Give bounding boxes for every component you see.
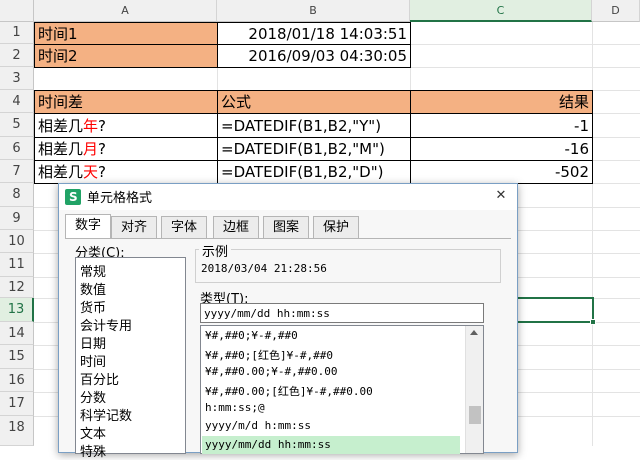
list-item[interactable]: 百分比 — [80, 369, 119, 388]
row-header[interactable]: 12 — [0, 277, 34, 298]
cell-a7-highlight: 天 — [83, 163, 99, 181]
format-item[interactable]: ¥#,##0;[红色]¥-#,##0 — [205, 347, 333, 363]
format-item[interactable]: ¥#,##0;¥-#,##0 — [205, 329, 298, 342]
type-input[interactable]: yyyy/mm/dd hh:mm:ss — [200, 303, 484, 323]
cell-b6[interactable]: =DATEDIF(B1,B2,"M") — [217, 137, 411, 161]
cell-a7[interactable]: 相差几天? — [34, 160, 218, 184]
dialog-titlebar[interactable]: 单元格格式 ✕ — [59, 184, 517, 210]
cell-a6[interactable]: 相差几月? — [34, 137, 218, 161]
cell-b4[interactable]: 公式 — [217, 90, 411, 114]
tab-protection[interactable]: 保护 — [313, 216, 359, 238]
format-list-scrollbar[interactable] — [465, 326, 483, 453]
cell-c4[interactable]: 结果 — [410, 90, 593, 114]
row-header[interactable]: 14 — [0, 322, 34, 345]
cell-a6-text: 相差几 — [38, 140, 84, 158]
row-header-selected[interactable]: 13 — [0, 298, 34, 322]
cell-a6-suffix: ? — [98, 140, 106, 158]
list-item[interactable]: 特殊 — [80, 441, 106, 460]
close-button[interactable]: ✕ — [493, 188, 509, 204]
cell-a2[interactable]: 时间2 — [34, 44, 218, 68]
row-header[interactable]: 11 — [0, 253, 34, 277]
row-header[interactable]: 8 — [0, 183, 34, 207]
cell-b7[interactable]: =DATEDIF(B1,B2,"D") — [217, 160, 411, 184]
format-cells-dialog: 单元格格式 ✕ 数字 对齐 字体 边框 图案 保护 分类(C): 常规 数值 货… — [58, 183, 518, 460]
list-item[interactable]: 文本 — [80, 423, 106, 442]
tab-divider — [65, 238, 511, 239]
row-header[interactable]: 1 — [0, 22, 34, 44]
dialog-title: 单元格格式 — [87, 191, 153, 206]
list-item[interactable]: 货币 — [80, 297, 106, 316]
cell-a7-text: 相差几 — [38, 163, 84, 181]
format-list[interactable]: ¥#,##0;¥-#,##0 ¥#,##0;[红色]¥-#,##0 ¥#,##0… — [200, 325, 484, 454]
cell-a1[interactable]: 时间1 — [34, 22, 218, 45]
row-header[interactable]: 16 — [0, 369, 34, 392]
category-list[interactable]: 常规 数值 货币 会计专用 日期 时间 百分比 分数 科学记数 文本 特殊 — [75, 257, 186, 460]
row-header[interactable]: 7 — [0, 160, 34, 183]
list-item[interactable]: 日期 — [80, 333, 106, 352]
column-header-b[interactable]: B — [217, 0, 410, 22]
cell-a5[interactable]: 相差几年? — [34, 113, 218, 138]
format-item[interactable]: ¥#,##0.00;¥-#,##0.00 — [205, 365, 337, 378]
row-header[interactable]: 17 — [0, 392, 34, 416]
sample-value: 2018/03/04 21:28:56 — [201, 262, 327, 275]
column-header-a[interactable]: A — [34, 0, 217, 22]
cell-a7-suffix: ? — [98, 163, 106, 181]
sample-label: 示例 — [199, 241, 232, 260]
type-input-value: yyyy/mm/dd hh:mm:ss — [204, 307, 330, 320]
cell-a6-highlight: 月 — [83, 140, 99, 158]
format-item[interactable]: h:mm:ss;@ — [205, 401, 265, 414]
row-header[interactable]: 9 — [0, 207, 34, 230]
format-item[interactable]: ¥#,##0.00;[红色]¥-#,##0.00 — [205, 383, 373, 399]
cell-b5[interactable]: =DATEDIF(B1,B2,"Y") — [217, 113, 411, 138]
format-item[interactable]: yyyy/m/d h:mm:ss — [205, 419, 311, 432]
spreadsheet-app-icon — [65, 189, 81, 205]
tab-alignment[interactable]: 对齐 — [111, 216, 157, 238]
row-header[interactable]: 10 — [0, 230, 34, 253]
row-header[interactable]: 18 — [0, 416, 34, 446]
scroll-up-arrow[interactable] — [470, 330, 478, 335]
cell-c5[interactable]: -1 — [410, 113, 593, 138]
list-item[interactable]: 时间 — [80, 351, 106, 370]
row-header[interactable]: 2 — [0, 44, 34, 67]
gridline — [592, 22, 593, 446]
list-item[interactable]: 科学记数 — [80, 405, 132, 424]
cell-a5-suffix: ? — [98, 117, 106, 135]
column-header-d[interactable]: D — [592, 0, 640, 22]
tab-border[interactable]: 边框 — [213, 216, 259, 238]
list-item[interactable]: 会计专用 — [80, 315, 132, 334]
row-header[interactable]: 6 — [0, 137, 34, 160]
list-item[interactable]: 数值 — [80, 279, 106, 298]
scroll-thumb[interactable] — [469, 406, 481, 424]
list-item[interactable]: 常规 — [80, 261, 106, 280]
format-item-selected[interactable]: yyyy/mm/dd hh:mm:ss — [202, 436, 460, 454]
tab-number[interactable]: 数字 — [65, 214, 111, 238]
cell-c6[interactable]: -16 — [410, 137, 593, 161]
cell-a5-highlight: 年 — [83, 117, 99, 135]
cell-a4[interactable]: 时间差 — [34, 90, 218, 114]
row-header[interactable]: 15 — [0, 345, 34, 369]
tab-pattern[interactable]: 图案 — [263, 216, 309, 238]
cell-a5-text: 相差几 — [38, 117, 84, 135]
select-all-corner[interactable] — [0, 0, 34, 22]
row-header[interactable]: 3 — [0, 67, 34, 90]
tab-font[interactable]: 字体 — [161, 216, 207, 238]
list-item[interactable]: 分数 — [80, 387, 106, 406]
row-header[interactable]: 4 — [0, 90, 34, 113]
cell-b2[interactable]: 2016/09/03 04:30:05 — [217, 44, 411, 68]
fill-handle[interactable] — [590, 319, 596, 325]
cell-b1[interactable]: 2018/01/18 14:03:51 — [217, 22, 411, 45]
row-header[interactable]: 5 — [0, 113, 34, 137]
cell-c7[interactable]: -502 — [410, 160, 593, 184]
column-header-c[interactable]: C — [410, 0, 592, 22]
